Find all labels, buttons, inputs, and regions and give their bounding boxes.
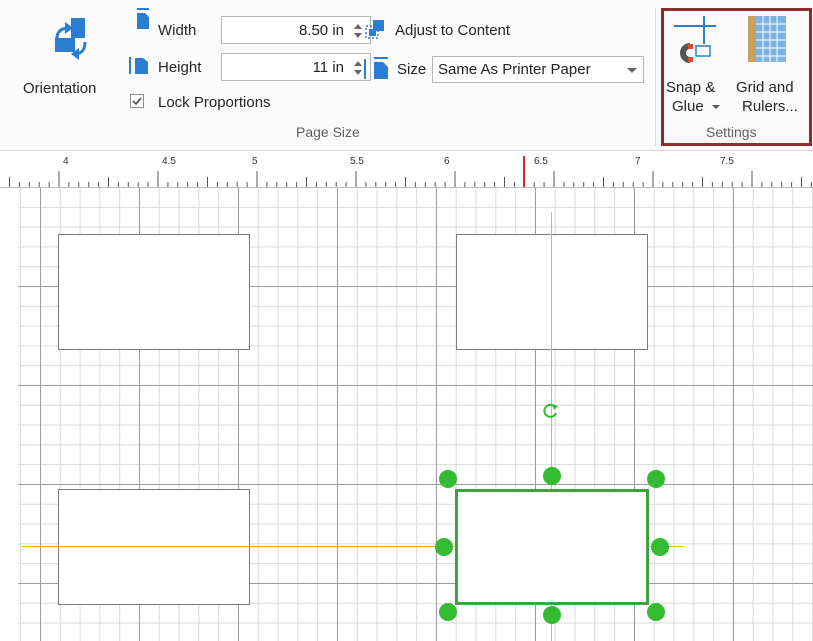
resize-handle-bottom-right[interactable]	[647, 603, 665, 621]
adjust-to-content-icon	[365, 20, 384, 39]
ruler-label: 7.5	[720, 156, 734, 167]
settings-group-caption: Settings	[706, 124, 757, 140]
grid-rulers-label-line2: Rulers...	[742, 98, 798, 115]
ruler-label: 6.5	[534, 156, 548, 167]
width-label: Width	[158, 22, 197, 39]
resize-handle-bottom[interactable]	[543, 606, 561, 624]
lock-proportions-label[interactable]: Lock Proportions	[158, 94, 271, 111]
ruler-label: 6	[444, 156, 450, 167]
size-dropdown[interactable]: Same As Printer Paper	[432, 56, 644, 83]
grid-rulers-label-line1: Grid and	[736, 79, 794, 96]
snap-glue-dropdown-caret-icon	[712, 105, 720, 109]
height-spin-down-icon[interactable]	[354, 70, 362, 75]
width-spin-down-icon[interactable]	[354, 33, 362, 38]
rectangle-shape[interactable]	[456, 234, 648, 350]
ribbon: Orientation Width 8.50 in Height 11 in L…	[0, 0, 813, 151]
resize-handle-top-right[interactable]	[647, 470, 665, 488]
lock-proportions-checkbox[interactable]	[130, 94, 144, 108]
snap-glue-label-line1: Snap &	[666, 79, 716, 96]
width-value: 8.50 in	[298, 22, 344, 39]
resize-handle-bottom-left[interactable]	[439, 603, 457, 621]
canvas-margin	[0, 188, 18, 641]
adjust-to-content-button[interactable]: Adjust to Content	[365, 18, 555, 42]
orientation-label: Orientation	[23, 80, 97, 97]
rotate-handle-icon[interactable]	[542, 402, 560, 420]
height-input[interactable]: 11 in	[221, 53, 371, 81]
height-spin-up-icon[interactable]	[354, 61, 362, 66]
ruler-label: 4	[63, 156, 69, 167]
size-label: Size	[397, 61, 427, 78]
ruler-position-marker	[523, 156, 525, 187]
horizontal-ruler[interactable]: 4 4.5 5 5.5 6 6.5 7 7.5	[0, 156, 813, 188]
selected-rectangle-shape[interactable]	[455, 489, 649, 605]
ruler-label: 7	[635, 156, 641, 167]
adjust-to-content-label: Adjust to Content	[395, 22, 511, 39]
snap-glue-button[interactable]: Snap & Glue	[664, 12, 730, 122]
orientation-icon	[55, 18, 87, 60]
grid-and-rulers-button[interactable]: Grid and Rulers...	[732, 12, 810, 122]
ruler-label: 5	[252, 156, 258, 167]
chevron-down-icon	[627, 68, 637, 73]
group-separator	[655, 8, 656, 146]
resize-handle-top[interactable]	[543, 467, 561, 485]
rectangle-shape[interactable]	[58, 234, 250, 350]
size-icon	[364, 57, 388, 79]
height-icon	[129, 57, 148, 74]
width-icon	[137, 8, 149, 29]
width-input[interactable]: 8.50 in	[221, 16, 371, 44]
height-label: Height	[158, 59, 202, 76]
page-size-group-caption: Page Size	[296, 124, 360, 140]
height-value: 11 in	[312, 59, 344, 76]
ruler-label: 5.5	[350, 156, 364, 167]
ruler-label: 4.5	[162, 156, 176, 167]
width-spin-up-icon[interactable]	[354, 24, 362, 29]
ruler-ticks	[9, 171, 812, 187]
rectangle-shape[interactable]	[58, 489, 250, 605]
drawing-canvas[interactable]	[0, 188, 813, 641]
snap-glue-label-line2: Glue	[672, 98, 704, 115]
snap-glue-icon	[674, 16, 716, 63]
resize-handle-left[interactable]	[435, 538, 453, 556]
orientation-button[interactable]: Orientation	[20, 10, 120, 102]
resize-handle-right[interactable]	[651, 538, 669, 556]
resize-handle-top-left[interactable]	[439, 470, 457, 488]
size-value: Same As Printer Paper	[438, 61, 591, 78]
checkmark-icon	[132, 97, 142, 106]
grid-and-rulers-icon	[748, 16, 786, 62]
